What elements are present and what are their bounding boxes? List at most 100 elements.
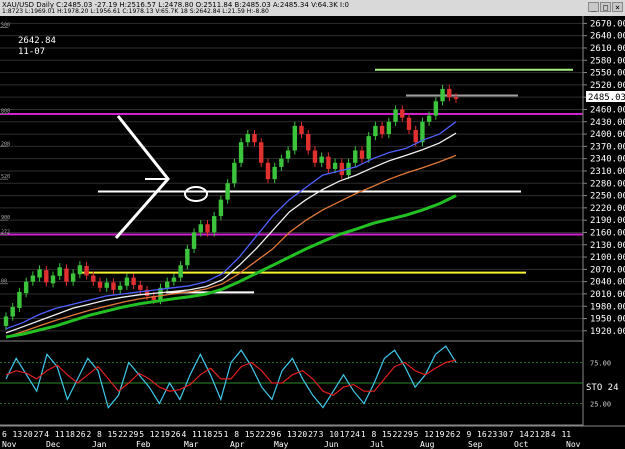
day-tick-label: 12 bbox=[424, 430, 434, 439]
month-tick-label: Feb bbox=[136, 440, 151, 449]
price-tick-label: 2190.00 bbox=[590, 216, 625, 226]
candle-down bbox=[252, 134, 257, 143]
candle-down bbox=[312, 150, 318, 163]
stub-label: 208 bbox=[1, 141, 10, 147]
price-tick-label: 2100.00 bbox=[590, 253, 625, 263]
candle-up bbox=[319, 156, 324, 163]
candle-down bbox=[44, 270, 49, 283]
candle-up bbox=[104, 282, 109, 288]
month-tick-label: Nov bbox=[2, 440, 17, 449]
last-price-label: 2485.03 bbox=[588, 93, 625, 103]
day-tick-label: 2 bbox=[456, 430, 461, 439]
candle-down bbox=[447, 88, 452, 98]
month-tick-label: Nov bbox=[566, 440, 581, 449]
day-tick-label: 28 bbox=[540, 430, 550, 439]
stochastic-panel: 75.00 25.00 bbox=[0, 340, 611, 426]
month-tick-label: Aug bbox=[420, 440, 435, 449]
circle-annotation[interactable] bbox=[184, 186, 208, 202]
day-tick-label: 1 bbox=[361, 430, 366, 439]
horizontal-levels[interactable] bbox=[0, 68, 583, 294]
month-tick-label: Dec bbox=[46, 440, 61, 449]
candle-up bbox=[117, 285, 123, 290]
candle-up bbox=[37, 269, 42, 278]
day-tick-label: 21 bbox=[530, 430, 540, 439]
day-tick-label: 26 bbox=[171, 430, 181, 439]
candle-up bbox=[245, 134, 250, 143]
day-tick-label: 5 bbox=[139, 430, 144, 439]
month-tick-label: Jun bbox=[324, 440, 339, 449]
price-tick-label: 2340.00 bbox=[590, 155, 625, 165]
price-tick-label: 2370.00 bbox=[590, 142, 625, 152]
candle-up bbox=[332, 162, 338, 169]
candle-up bbox=[225, 183, 230, 200]
moving-average-line bbox=[5, 121, 457, 330]
candle-up bbox=[70, 273, 76, 282]
day-tick-label: 19 bbox=[435, 430, 445, 439]
candle-up bbox=[238, 142, 244, 163]
day-tick-label: 22 bbox=[255, 430, 265, 439]
day-tick-label: 24 bbox=[350, 430, 360, 439]
day-tick-label: 14 bbox=[519, 430, 529, 439]
candle-up bbox=[17, 291, 22, 308]
month-tick-label: Apr bbox=[230, 440, 245, 449]
price-tick-label: 2670.00 bbox=[590, 19, 625, 29]
day-tick-label: 5 bbox=[414, 430, 419, 439]
candle-up bbox=[23, 281, 29, 294]
candle-up bbox=[212, 216, 217, 233]
day-tick-label: 8 bbox=[234, 430, 239, 439]
moving-average-line bbox=[5, 154, 457, 338]
stub-label: 900 bbox=[1, 215, 10, 221]
stoch-label: STO 24 bbox=[586, 383, 619, 393]
day-tick-label: 18 bbox=[65, 430, 75, 439]
price-tick-label: 2430.00 bbox=[590, 118, 625, 128]
candle-up bbox=[279, 158, 284, 167]
day-tick-label: 7 bbox=[509, 430, 514, 439]
close-button[interactable]: × bbox=[612, 2, 623, 12]
candle-up bbox=[426, 115, 432, 122]
candle-down bbox=[299, 125, 304, 135]
month-tick-label: Oct bbox=[514, 440, 529, 449]
price-tick-label: 2130.00 bbox=[590, 241, 625, 251]
day-tick-label: 22 bbox=[118, 430, 128, 439]
candle-up bbox=[285, 150, 291, 159]
month-tick-label: May bbox=[274, 440, 289, 449]
candle-up bbox=[292, 125, 298, 151]
day-tick-label: 11 bbox=[55, 430, 65, 439]
candle-down bbox=[97, 281, 103, 288]
price-tick-label: 1980.00 bbox=[590, 302, 625, 312]
day-tick-label: 1 bbox=[224, 430, 229, 439]
stub-label: 272 bbox=[1, 230, 10, 236]
price-tick-label: 2520.00 bbox=[590, 81, 625, 91]
maximize-button[interactable]: □ bbox=[600, 2, 611, 12]
day-tick-label: 4 bbox=[44, 430, 49, 439]
candle-down bbox=[400, 109, 405, 118]
day-tick-label: 27 bbox=[34, 430, 44, 439]
price-tick-label: 2400.00 bbox=[590, 130, 625, 140]
stoch-level-label: 25.00 bbox=[590, 401, 611, 409]
moving-average-line bbox=[5, 132, 457, 334]
candle-down bbox=[406, 117, 412, 130]
window-title-bar[interactable]: XAU/USD Daily C:2485.03 -27.19 H:2516.57… bbox=[0, 0, 625, 16]
stoch-d-line bbox=[5, 359, 457, 396]
day-tick-label: 26 bbox=[445, 430, 455, 439]
day-tick-label: 8 bbox=[371, 430, 376, 439]
minimize-button[interactable]: _ bbox=[588, 2, 599, 12]
candle-down bbox=[205, 224, 210, 233]
stub-label: 808 bbox=[1, 109, 10, 115]
candle-down bbox=[306, 134, 311, 151]
candle-up bbox=[386, 121, 392, 135]
month-tick-label: Jan bbox=[92, 440, 107, 449]
candle-up bbox=[3, 316, 9, 326]
candle-down bbox=[91, 275, 96, 282]
ohlc-readout: 1:8723 L:1969.01 H:1978.20 L:1956.61 C:1… bbox=[2, 8, 269, 15]
candle-up bbox=[178, 265, 183, 278]
candle-up bbox=[30, 275, 36, 282]
stub-label: 500 bbox=[1, 22, 10, 28]
stoch-k-line bbox=[5, 345, 457, 409]
left-stub-labels: 500 808 208 520 900 272 00 bbox=[0, 22, 10, 285]
price-chart[interactable]: 50080820852090027200 2642.84 11-07 1920.… bbox=[0, 16, 625, 449]
day-tick-label: 15 bbox=[245, 430, 255, 439]
candle-up bbox=[373, 125, 378, 137]
info-date: 11-07 bbox=[18, 47, 45, 57]
day-tick-label: 29 bbox=[403, 430, 413, 439]
